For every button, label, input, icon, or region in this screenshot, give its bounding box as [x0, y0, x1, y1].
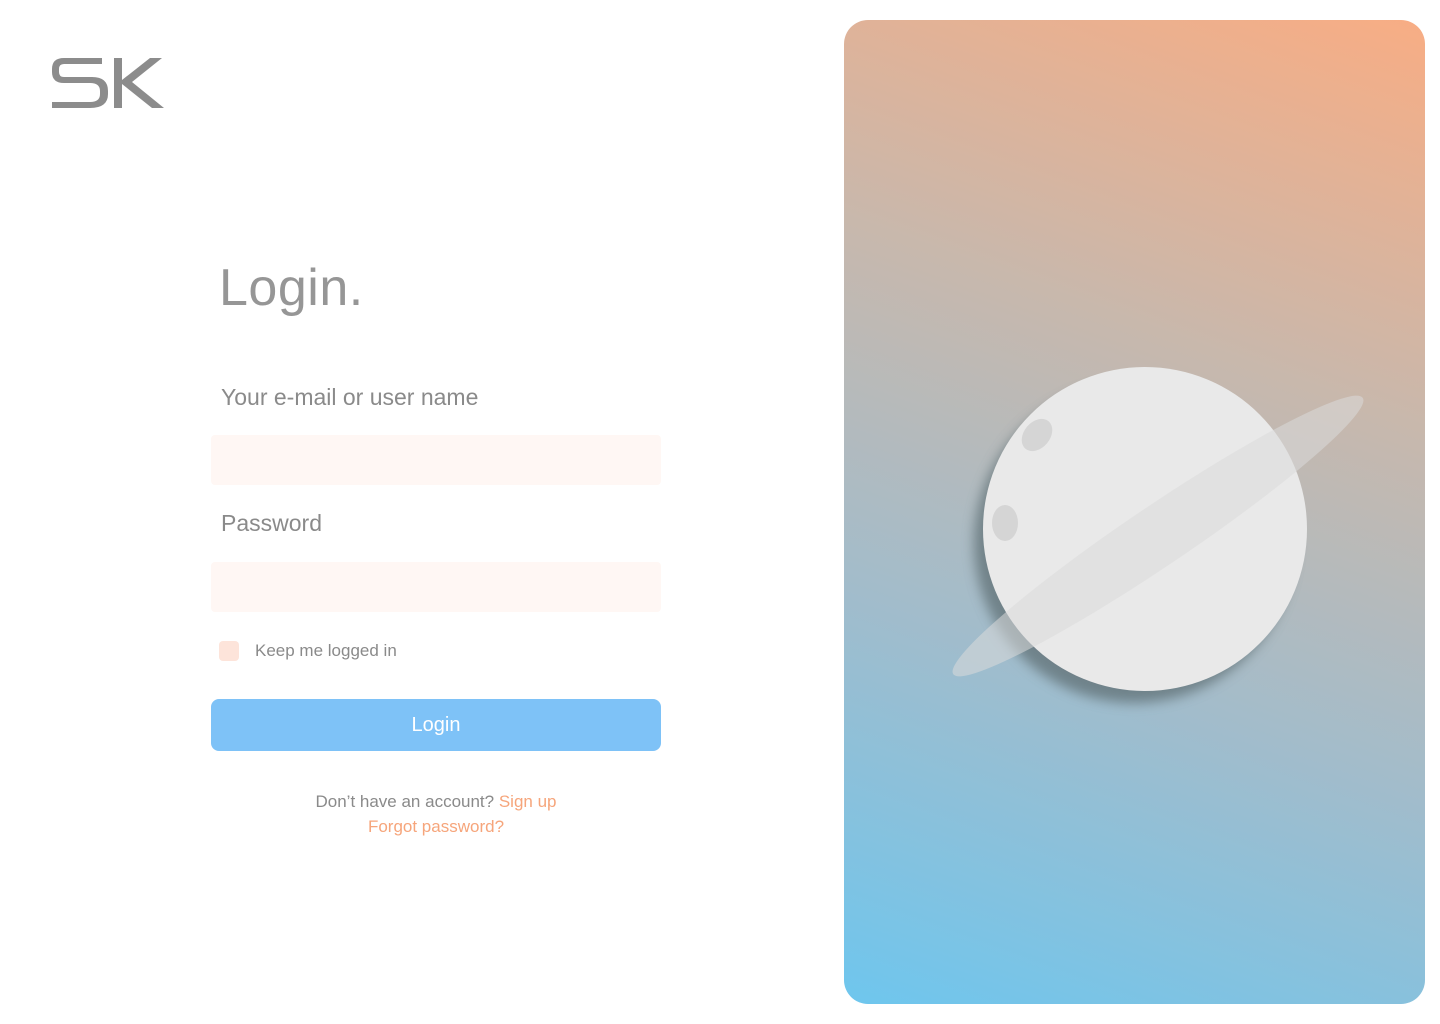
- keep-logged-in-checkbox[interactable]: [219, 641, 239, 661]
- email-field[interactable]: [211, 435, 661, 485]
- crater-icon: [992, 505, 1018, 541]
- forgot-row: Forgot password?: [211, 817, 661, 837]
- planet-illustration: [952, 367, 1364, 703]
- signup-row: Don’t have an account? Sign up: [211, 792, 661, 812]
- login-page: Login. Your e-mail or user name Password…: [0, 0, 1440, 1024]
- page-title: Login.: [219, 259, 364, 317]
- keep-logged-in-label: Keep me logged in: [255, 641, 397, 660]
- keep-logged-in-row[interactable]: Keep me logged in: [219, 641, 397, 661]
- password-label: Password: [221, 510, 322, 536]
- sk-logo: [52, 58, 164, 108]
- illustration-panel: [844, 20, 1425, 1004]
- password-field[interactable]: [211, 562, 661, 612]
- no-account-text: Don’t have an account?: [315, 792, 495, 811]
- signup-link[interactable]: Sign up: [499, 792, 557, 811]
- forgot-password-link[interactable]: Forgot password?: [368, 817, 504, 836]
- email-label: Your e-mail or user name: [221, 384, 479, 410]
- login-button[interactable]: Login: [211, 699, 661, 751]
